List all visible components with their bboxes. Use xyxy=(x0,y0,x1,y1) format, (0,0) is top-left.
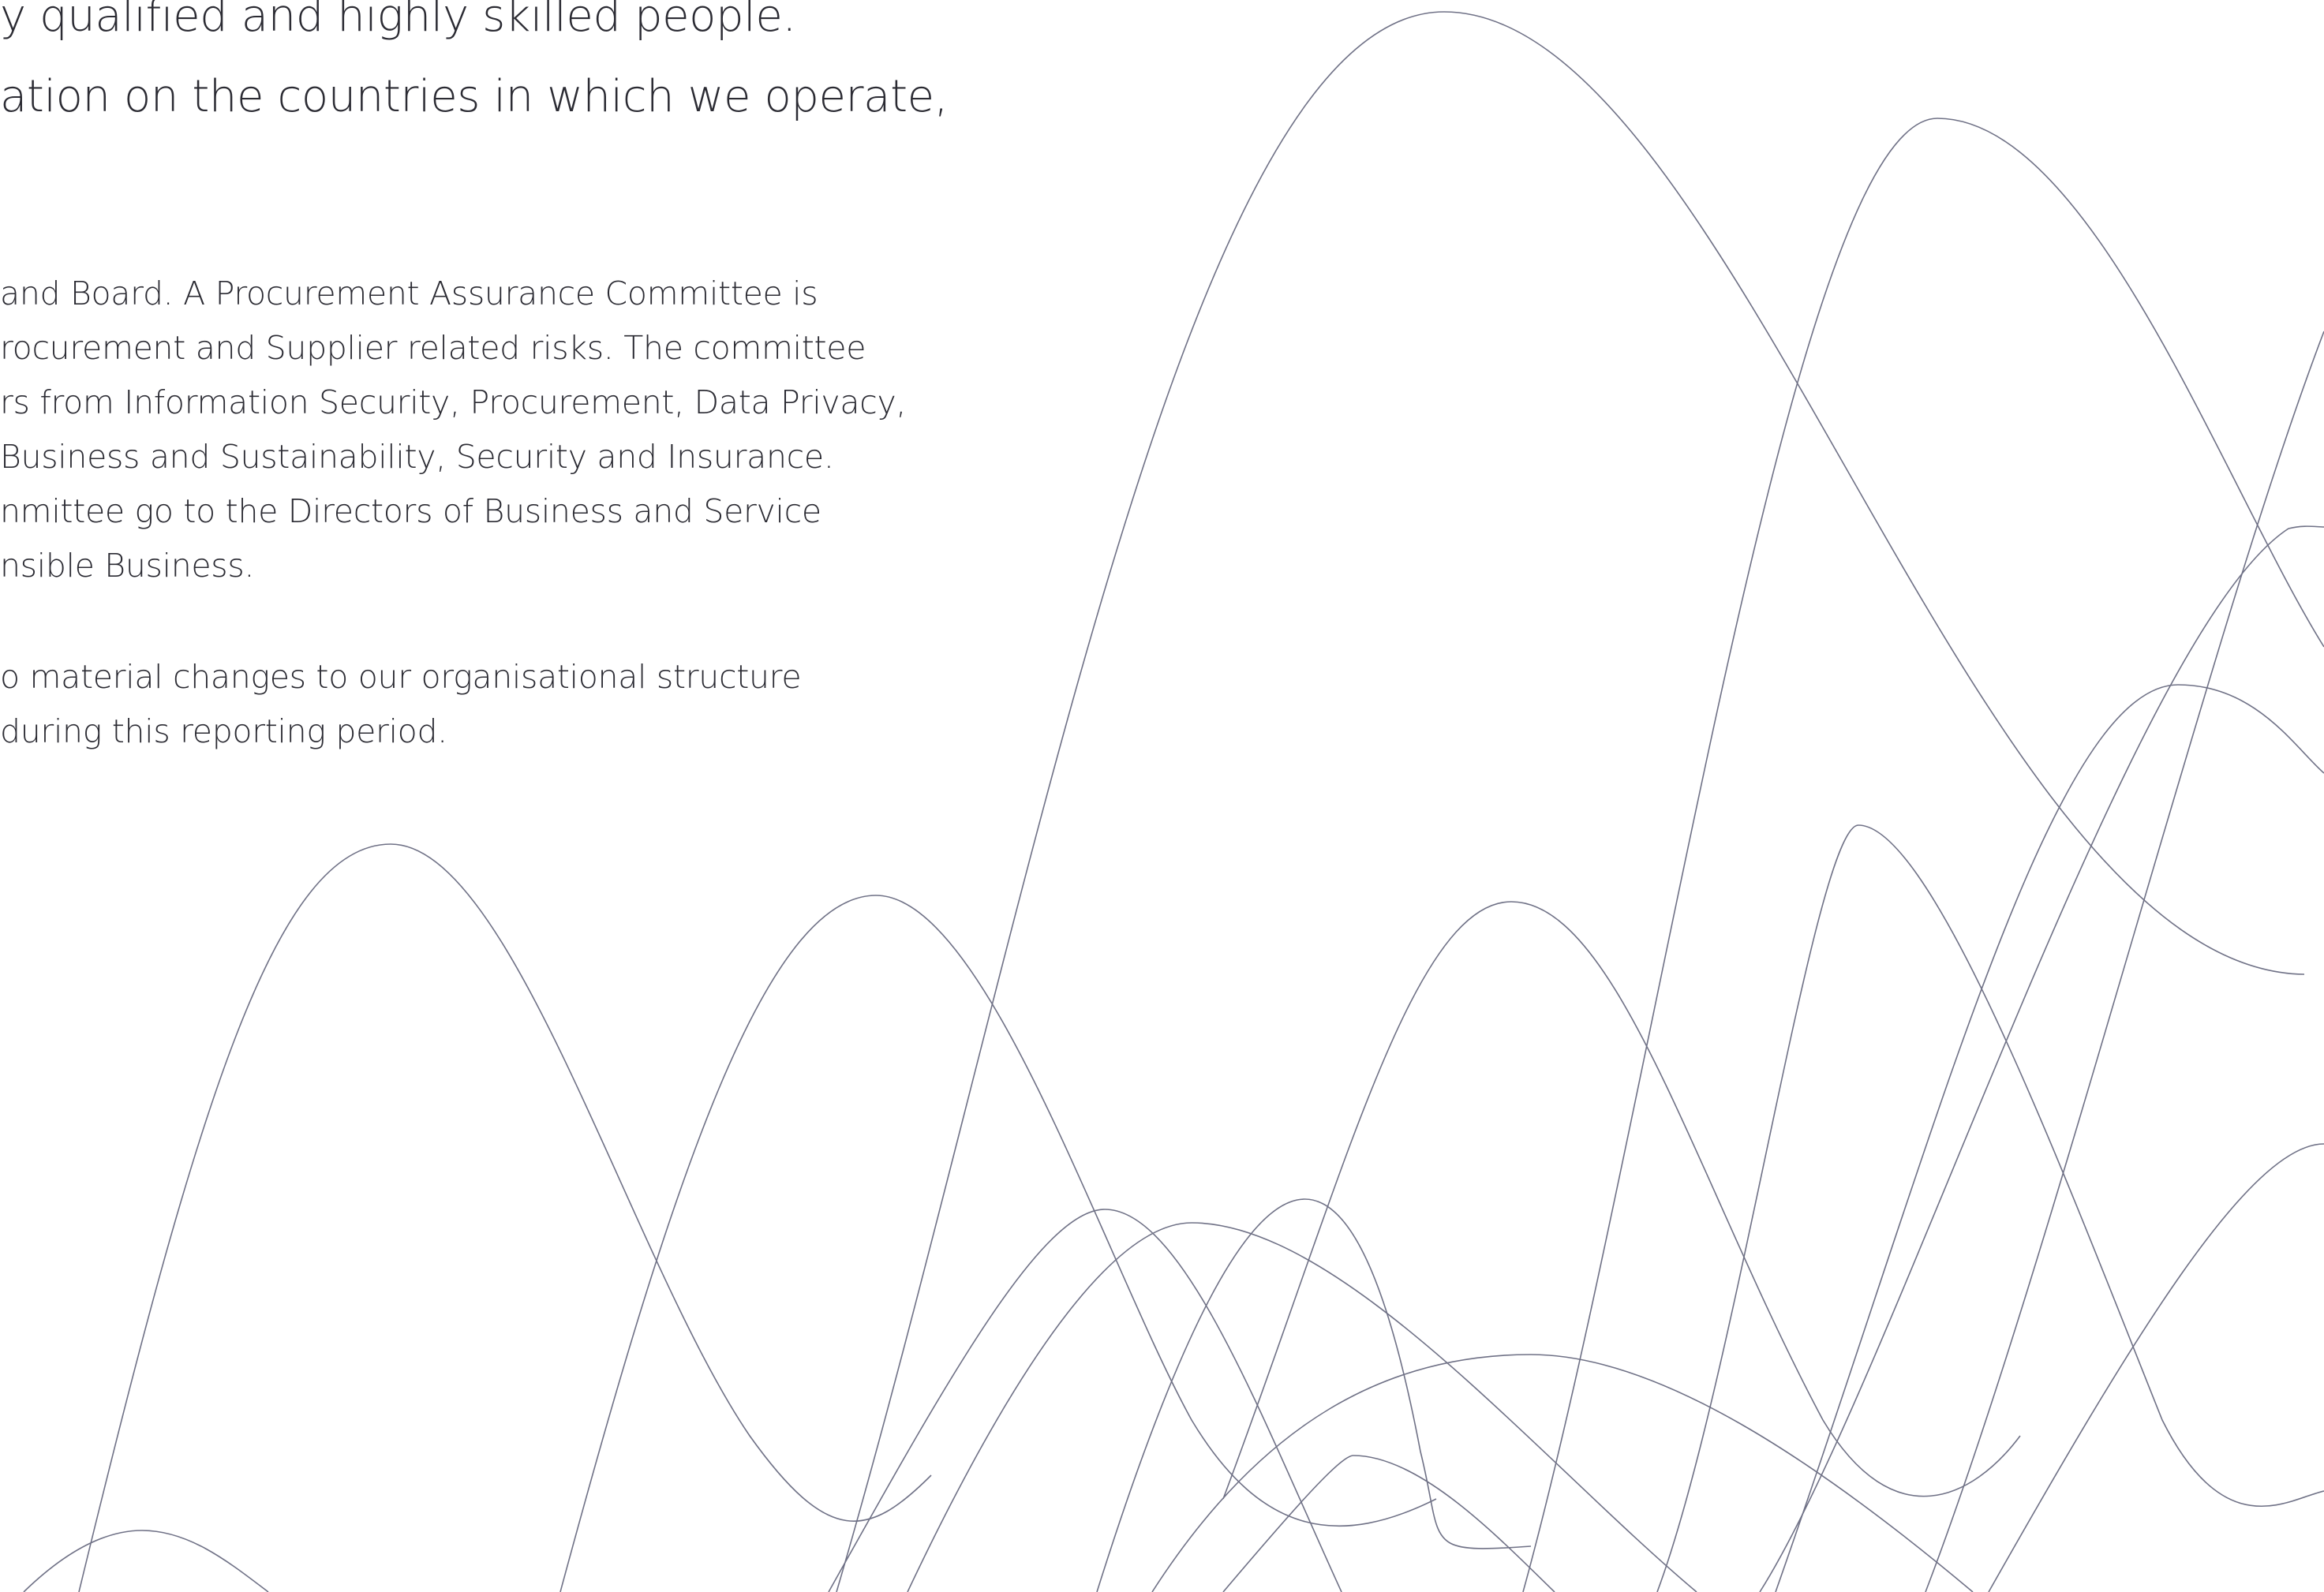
wave-line xyxy=(1096,1198,1532,1592)
wave-line xyxy=(1522,118,2324,1592)
wave-line xyxy=(23,1530,269,1592)
wave-line xyxy=(559,895,1437,1592)
decorative-wave-lines xyxy=(23,11,2324,1592)
paragraph-line: during this reporting period. xyxy=(0,712,447,750)
paragraph-line: nmittee go to the Directors of Business … xyxy=(0,492,821,530)
paragraph-line: nsible Business. xyxy=(0,547,255,585)
paragraph-line: o material changes to our organisational… xyxy=(0,658,802,696)
wave-line xyxy=(828,1209,1342,1592)
wave-line xyxy=(1988,1143,2324,1592)
lead-line-2: ation on the countries in which we opera… xyxy=(0,71,949,122)
paragraph-line: rs from Information Security, Procuremen… xyxy=(0,383,907,421)
structure-change-paragraph: o material changes to our organisational… xyxy=(0,650,884,759)
wave-line xyxy=(836,11,2305,1592)
wave-line xyxy=(907,1222,1697,1592)
wave-line xyxy=(1775,684,2324,1592)
wave-line xyxy=(78,843,932,1592)
wave-line xyxy=(1656,824,2324,1592)
wave-line xyxy=(1759,525,2324,1592)
wave-line xyxy=(1925,331,2324,1592)
paragraph-line: and Board. A Procurement Assurance Commi… xyxy=(0,275,818,312)
wave-line xyxy=(1222,1455,1555,1592)
paragraph-line: Business and Sustainability, Security an… xyxy=(0,438,834,476)
governance-paragraph: and Board. A Procurement Assurance Commi… xyxy=(0,267,907,593)
lead-line-1: y qualified and highly skilled people. xyxy=(0,0,796,42)
paragraph-line: rocurement and Supplier related risks. T… xyxy=(0,329,866,367)
wave-line xyxy=(1222,901,2021,1500)
wave-line xyxy=(1151,1354,1974,1592)
